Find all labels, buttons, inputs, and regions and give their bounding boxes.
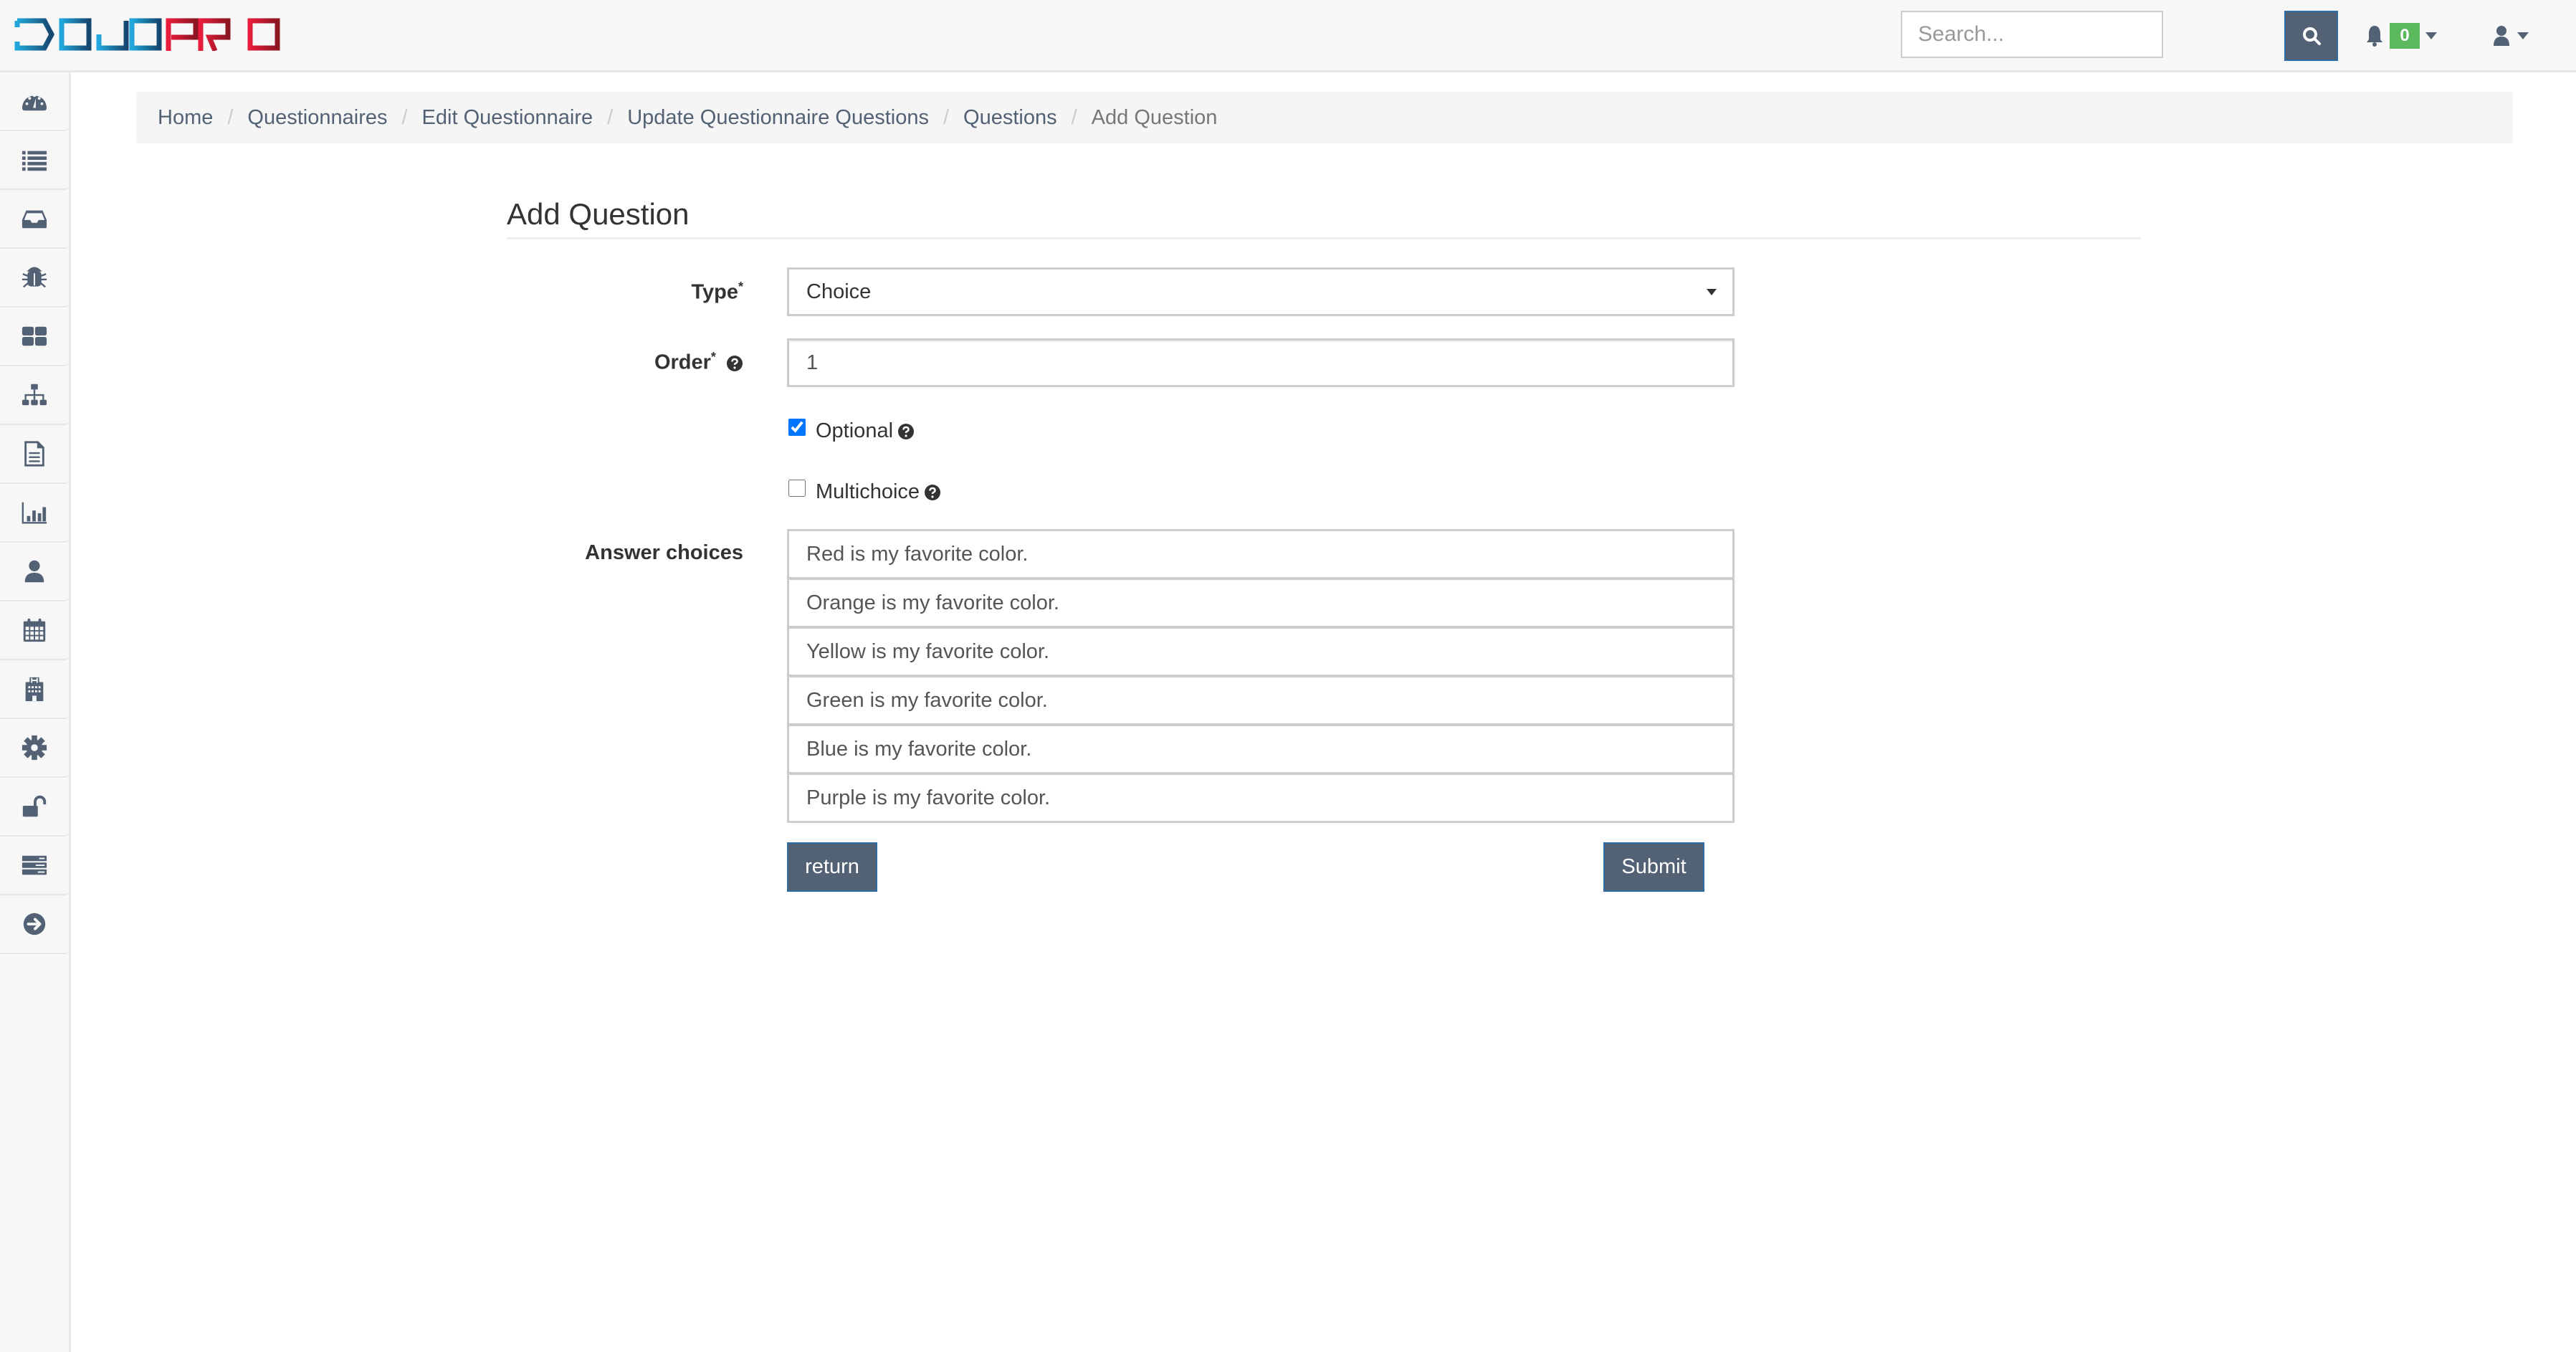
optional-checkbox-row: Optional xyxy=(787,418,915,443)
sidebar-item-reports[interactable] xyxy=(0,425,69,484)
gear-icon xyxy=(22,735,47,761)
inbox-icon xyxy=(22,210,47,229)
breadcrumb-edit-questionnaire[interactable]: Edit Questionnaire xyxy=(422,106,593,130)
document-icon xyxy=(24,441,44,467)
sidebar-item-logout[interactable] xyxy=(0,895,69,954)
answer-choice-input[interactable] xyxy=(787,724,1735,774)
chevron-down-icon xyxy=(2425,32,2437,39)
help-icon[interactable] xyxy=(897,423,915,440)
answer-choices-label: Answer choices xyxy=(585,541,743,564)
answer-choice-input[interactable] xyxy=(787,627,1735,677)
hospital-icon xyxy=(25,677,44,702)
unlock-icon xyxy=(22,795,47,817)
search-input[interactable] xyxy=(1901,11,2163,58)
user-icon xyxy=(24,560,44,583)
breadcrumb-separator: / xyxy=(227,105,234,129)
chevron-down-icon xyxy=(1707,289,1717,295)
submit-button[interactable]: Submit xyxy=(1603,842,1704,892)
user-menu-dropdown[interactable] xyxy=(2493,22,2529,50)
sidebar-item-list[interactable] xyxy=(0,131,69,190)
sidebar-item-components[interactable] xyxy=(0,308,69,366)
sidebar-item-settings[interactable] xyxy=(0,719,69,778)
type-select[interactable]: Choice xyxy=(787,267,1735,316)
return-button[interactable]: return xyxy=(787,842,877,892)
type-label: Type* xyxy=(500,280,743,305)
top-navbar: 0 xyxy=(0,0,2576,72)
answer-choice-input[interactable] xyxy=(787,578,1735,628)
help-icon[interactable] xyxy=(726,355,743,372)
breadcrumb-separator: / xyxy=(401,105,408,129)
sidebar-item-inbox[interactable] xyxy=(0,190,69,249)
title-divider xyxy=(507,237,2141,239)
breadcrumb-update-questionnaire-questions[interactable]: Update Questionnaire Questions xyxy=(627,106,929,130)
sidebar-item-products[interactable] xyxy=(0,366,69,425)
answer-choice-input[interactable] xyxy=(787,529,1735,579)
sidebar-item-permissions[interactable] xyxy=(0,778,69,837)
search-icon xyxy=(2302,27,2321,45)
sidebar-item-dashboard[interactable] xyxy=(0,72,69,131)
sidebar-item-users[interactable] xyxy=(0,543,69,601)
type-label-text: Type xyxy=(691,280,738,304)
dojo-pro-logo[interactable] xyxy=(14,18,283,52)
multichoice-checkbox[interactable] xyxy=(788,479,806,497)
sidebar-item-engagements[interactable] xyxy=(0,660,69,719)
help-icon[interactable] xyxy=(924,484,941,501)
breadcrumb-questionnaires[interactable]: Questionnaires xyxy=(247,106,387,130)
notification-count-badge: 0 xyxy=(2390,23,2420,49)
breadcrumb-separator: / xyxy=(607,105,614,129)
calendar-icon xyxy=(23,618,46,642)
bell-icon xyxy=(2367,26,2382,47)
search-button[interactable] xyxy=(2284,11,2338,61)
server-icon xyxy=(22,855,47,875)
sidebar-item-metrics[interactable] xyxy=(0,484,69,543)
dashboard-icon xyxy=(22,94,47,111)
sidebar-item-findings[interactable] xyxy=(0,249,69,308)
breadcrumb-separator: / xyxy=(943,105,950,129)
required-marker: * xyxy=(710,350,716,364)
type-select-value: Choice xyxy=(806,280,872,303)
optional-checkbox[interactable] xyxy=(788,418,806,436)
sidebar xyxy=(0,72,71,1352)
grid-icon xyxy=(22,326,47,346)
breadcrumb-home[interactable]: Home xyxy=(158,106,213,130)
order-input[interactable] xyxy=(787,338,1735,387)
page-title: Add Question xyxy=(507,197,690,231)
order-label: Order* xyxy=(500,350,743,375)
sidebar-item-calendar[interactable] xyxy=(0,601,69,660)
notifications-dropdown[interactable]: 0 xyxy=(2365,22,2437,50)
sitemap-icon xyxy=(22,384,47,406)
bar-chart-icon xyxy=(22,502,47,524)
chevron-down-icon xyxy=(2517,32,2529,39)
breadcrumb-questions[interactable]: Questions xyxy=(963,106,1057,130)
list-icon xyxy=(22,151,47,171)
multichoice-label: Multichoice xyxy=(816,480,920,503)
breadcrumb-separator: / xyxy=(1071,105,1077,129)
breadcrumb: Home / Questionnaires / Edit Questionnai… xyxy=(136,92,2513,143)
required-marker: * xyxy=(738,280,743,294)
sidebar-item-system[interactable] xyxy=(0,837,69,895)
user-icon xyxy=(2494,26,2509,46)
bug-icon xyxy=(22,267,47,288)
order-label-text: Order xyxy=(654,351,711,374)
answer-choice-input[interactable] xyxy=(787,675,1735,725)
answer-choice-input[interactable] xyxy=(787,773,1735,823)
logo-graphic xyxy=(14,18,280,52)
arrow-circle-right-icon xyxy=(23,913,46,936)
multichoice-checkbox-row: Multichoice xyxy=(787,479,941,504)
optional-label: Optional xyxy=(816,419,894,442)
breadcrumb-current-page: Add Question xyxy=(1091,105,1218,129)
